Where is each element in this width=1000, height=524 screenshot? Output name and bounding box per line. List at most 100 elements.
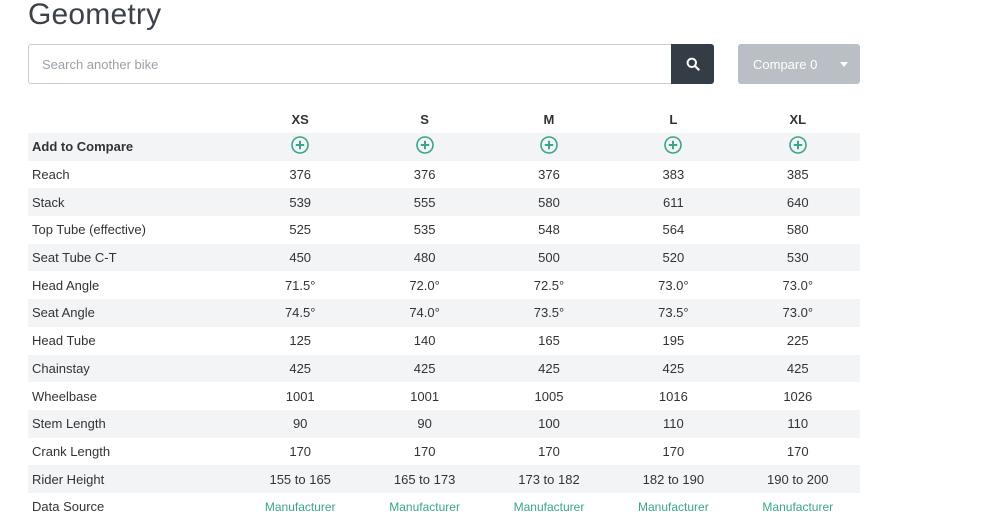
table-cell: 450 (289, 250, 312, 266)
size-header-l: L (669, 111, 678, 127)
row-label: Head Tube (32, 333, 96, 349)
data-source-link[interactable]: Manufacturer (638, 500, 709, 514)
table-cell: 1001 (410, 388, 440, 404)
row-label: Wheelbase (32, 388, 98, 404)
table-cell: 425 (413, 360, 436, 376)
table-cell: 555 (413, 194, 436, 210)
row-label: Stack (32, 194, 65, 210)
table-cell: 170 (786, 443, 809, 459)
table-row: Seat Tube C-T 450 480 500 520 530 (28, 243, 860, 272)
add-compare-xl-icon[interactable] (788, 136, 807, 157)
row-label: Seat Angle (32, 305, 95, 321)
table-cell: 548 (538, 222, 560, 238)
table-cell: 425 (786, 360, 809, 376)
table-row: Crank Length 170 170 170 170 170 (28, 438, 860, 466)
table-cell: 500 (538, 250, 560, 266)
add-compare-s-icon[interactable] (415, 136, 434, 157)
row-label: Head Angle (32, 277, 100, 293)
data-source-cell: Manufacturer (487, 493, 611, 521)
add-to-compare-cell (487, 133, 611, 161)
row-label: Stem Length (32, 416, 106, 432)
compare-label: Compare 0 (753, 56, 818, 72)
data-source-cell: Manufacturer (611, 493, 735, 521)
compare-dropdown-toggle[interactable] (828, 61, 860, 67)
table-cell: 580 (538, 194, 560, 210)
table-cell: 1001 (285, 388, 315, 404)
data-source-cell: Manufacturer (362, 493, 486, 521)
size-header-row: XS S M L XL (28, 105, 860, 133)
add-to-compare-cell (362, 133, 486, 161)
add-compare-xs-icon[interactable] (291, 136, 309, 157)
data-source-cell: Manufacturer (238, 493, 362, 521)
table-cell: 376 (413, 167, 436, 183)
table-cell: 170 (413, 443, 436, 459)
table-cell: 71.5° (284, 277, 316, 293)
table-row: Top Tube (effective) 525 535 548 564 580 (28, 216, 860, 244)
table-cell: 125 (289, 333, 312, 349)
table-cell: 385 (786, 167, 809, 183)
data-source-link[interactable]: Manufacturer (762, 500, 833, 514)
table-row: Head Tube 125 140 165 195 225 (28, 327, 860, 355)
row-label: Crank Length (32, 443, 111, 459)
table-cell: 611 (663, 194, 684, 210)
table-cell: 165 to 173 (393, 471, 456, 487)
row-label: Reach (32, 167, 70, 183)
table-cell: 90 (292, 416, 308, 432)
table-cell: 74.5° (284, 305, 316, 321)
table-cell: 90 (417, 416, 432, 432)
table-cell: 170 (289, 443, 312, 459)
table-cell: 1016 (658, 388, 688, 404)
table-cell: 225 (786, 333, 809, 349)
table-cell: 376 (538, 167, 560, 183)
table-cell: 564 (662, 222, 685, 238)
size-header-xs: XS (291, 111, 309, 127)
data-source-link[interactable]: Manufacturer (389, 500, 460, 514)
search-button[interactable] (671, 44, 714, 84)
table-cell: 535 (413, 222, 436, 238)
table-cell: 480 (413, 250, 436, 266)
table-cell: 425 (662, 360, 685, 376)
table-cell: 525 (289, 222, 312, 238)
table-cell: 170 (538, 443, 560, 459)
table-cell: 376 (289, 167, 312, 183)
table-cell: 1005 (534, 388, 564, 404)
table-cell: 580 (786, 222, 809, 238)
table-row: Rider Height 155 to 165 165 to 173 173 to 1… (28, 465, 860, 493)
add-to-compare-cell (736, 133, 860, 161)
caret-down-icon (840, 61, 849, 67)
table-cell: 73.5° (658, 305, 689, 321)
table-cell: 170 (662, 443, 685, 459)
table-cell: 425 (538, 360, 560, 376)
table-row: Stem Length 90 90 100 110 110 (28, 409, 860, 438)
data-source-cell: Manufacturer (736, 493, 860, 521)
table-cell: 425 (289, 360, 312, 376)
row-label: Seat Tube C-T (32, 250, 117, 266)
table-cell: 155 to 165 (269, 471, 331, 487)
table-row: Stack 539 555 580 611 640 (28, 188, 860, 217)
add-compare-l-icon[interactable] (664, 136, 683, 157)
table-cell: 73.0° (782, 305, 814, 321)
table-cell: 73.0° (658, 277, 689, 293)
data-source-link[interactable]: Manufacturer (514, 500, 585, 514)
table-row: Chainstay 425 425 425 425 425 (28, 354, 860, 383)
data-source-row: Data Source Manufacturer Manufacturer Manuf… (28, 493, 860, 521)
add-compare-m-icon[interactable] (540, 136, 558, 157)
table-cell: 195 (662, 333, 685, 349)
search-input[interactable] (28, 44, 671, 84)
search-icon (686, 57, 700, 71)
table-cell: 100 (538, 416, 560, 432)
table-cell: 182 to 190 (642, 471, 705, 487)
table-cell: 1026 (783, 388, 813, 404)
table-cell: 72.5° (533, 277, 565, 293)
search-bar (28, 44, 714, 84)
header-label-cell (28, 105, 238, 133)
data-source-link[interactable]: Manufacturer (265, 500, 336, 514)
add-to-compare-label: Add to Compare (32, 139, 134, 155)
add-to-compare-row: Add to Compare (28, 133, 860, 161)
table-cell: 74.0° (409, 305, 440, 321)
table-row: Head Angle 71.5° 72.0° 72.5° 73.0° 73.0° (28, 271, 860, 299)
table-cell: 110 (663, 416, 684, 432)
page-title: Geometry (28, 0, 162, 31)
compare-button[interactable]: Compare 0 (738, 44, 860, 84)
table-row: Reach 376 376 376 383 385 (28, 161, 860, 189)
